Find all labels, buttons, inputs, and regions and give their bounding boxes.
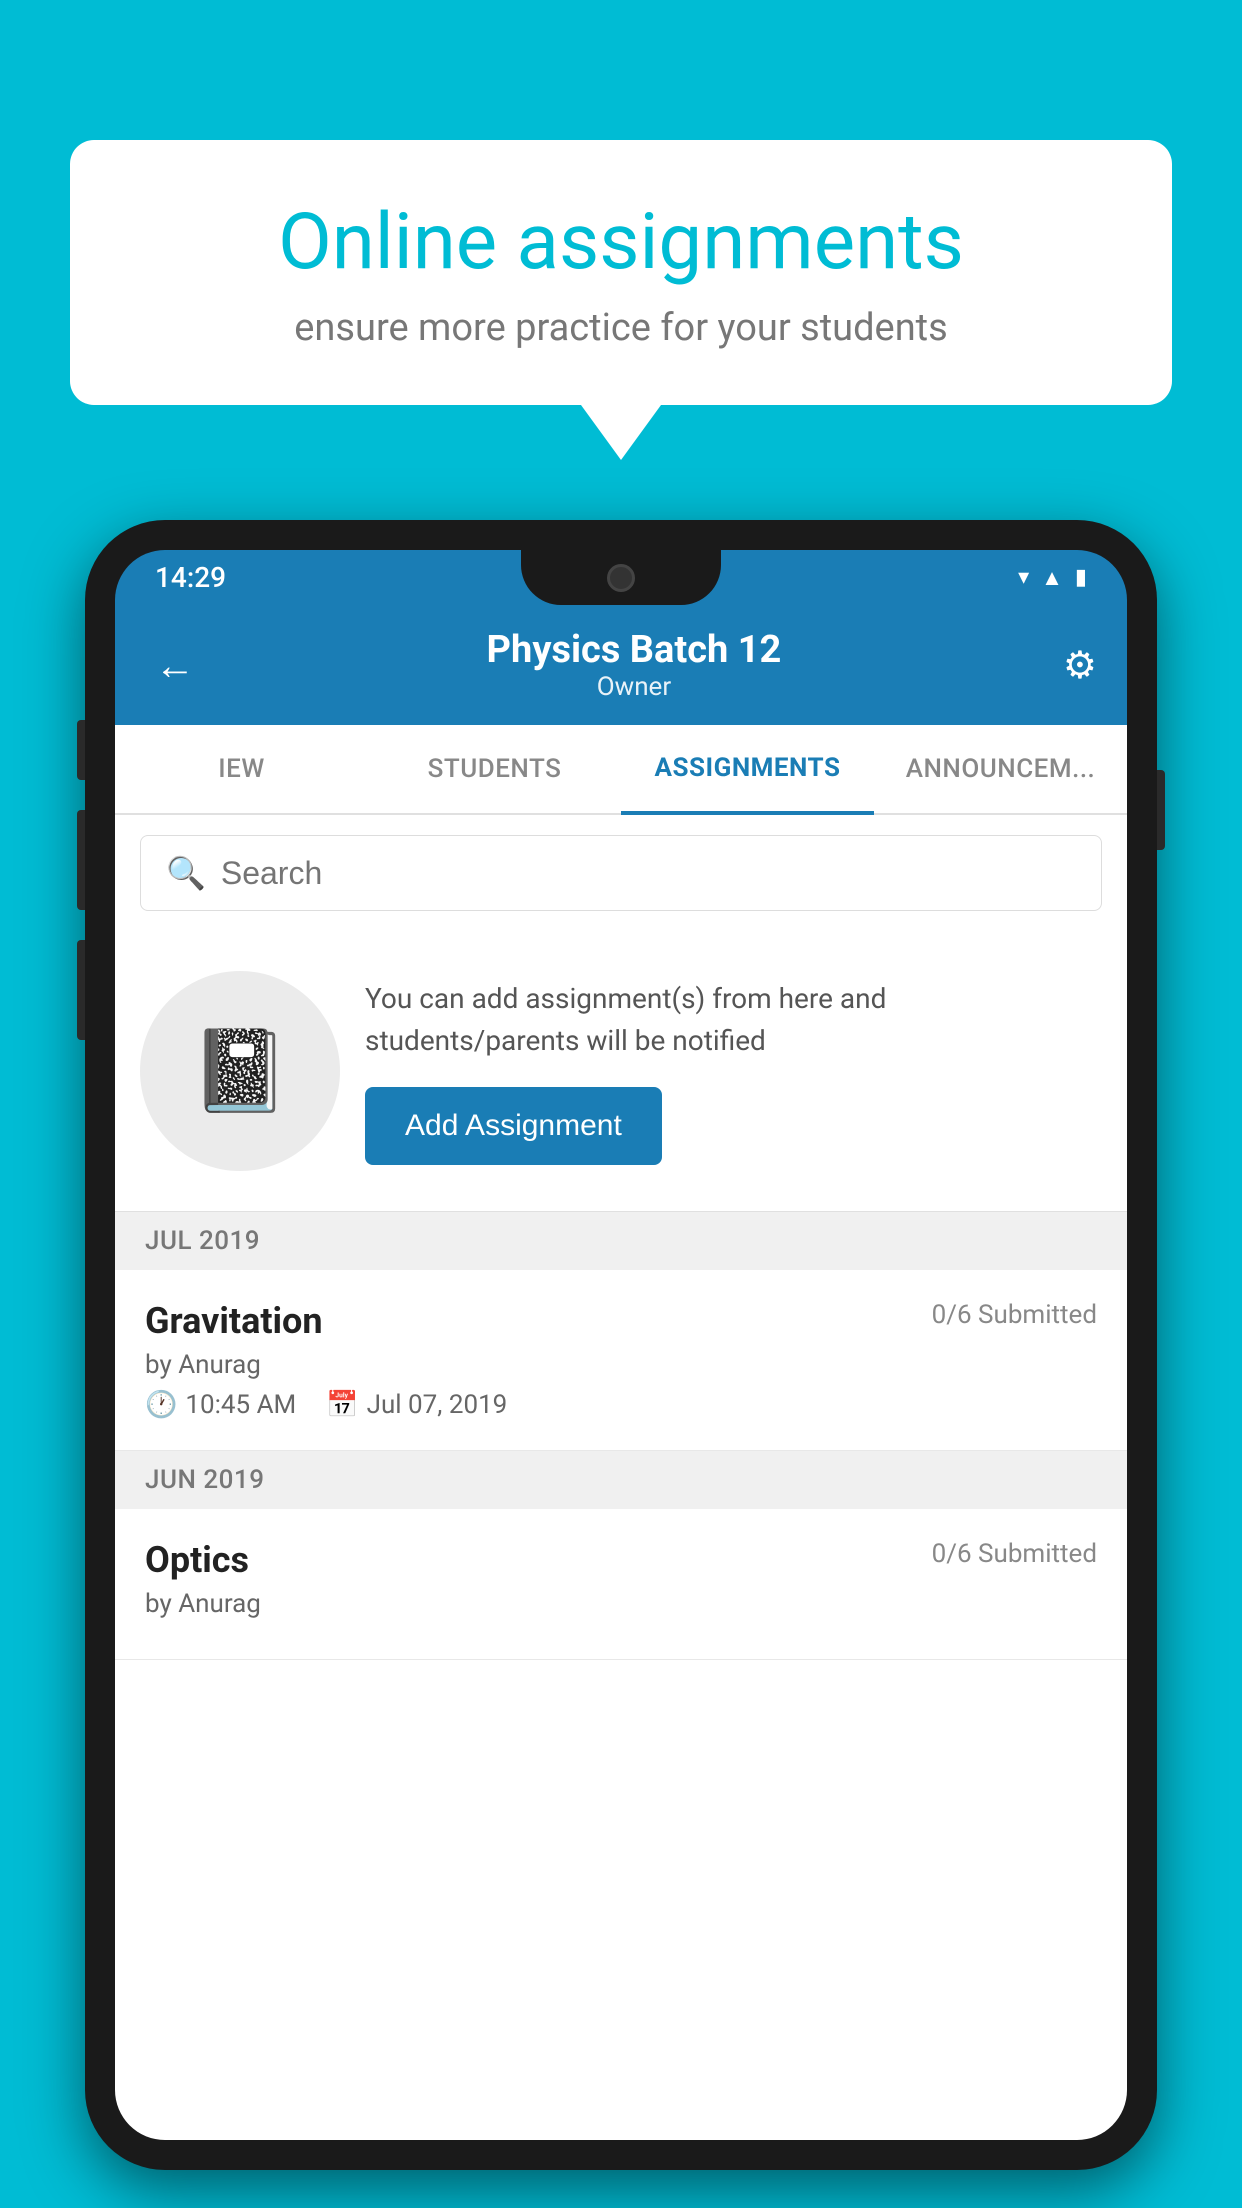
speech-bubble-title: Online assignments xyxy=(130,200,1112,286)
speech-bubble-container: Online assignments ensure more practice … xyxy=(70,140,1172,460)
tab-announcements[interactable]: ANNOUNCEM... xyxy=(874,725,1127,815)
status-time: 14:29 xyxy=(155,561,226,594)
settings-button[interactable]: ⚙ xyxy=(1063,643,1097,688)
month-separator-jun: JUN 2019 xyxy=(115,1451,1127,1509)
silent-button xyxy=(77,720,85,780)
assignment-date-gravitation: 📅 Jul 07, 2019 xyxy=(326,1390,507,1420)
assignment-author-gravitation: by Anurag xyxy=(145,1350,1097,1380)
signal-icon: ▲ xyxy=(1041,565,1063,591)
assignment-title-optics: Optics xyxy=(145,1539,249,1581)
info-section: 📓 You can add assignment(s) from here an… xyxy=(115,931,1127,1212)
assignment-submitted-gravitation: 0/6 Submitted xyxy=(932,1300,1097,1330)
search-input[interactable] xyxy=(221,855,1076,892)
phone-frame: 14:29 ▾ ▲ ▮ ← Physics Batch 12 Owner ⚙ I… xyxy=(85,520,1157,2170)
front-camera xyxy=(607,564,635,592)
assignment-header: Gravitation 0/6 Submitted xyxy=(145,1300,1097,1342)
wifi-icon: ▾ xyxy=(1018,565,1029,590)
speech-bubble: Online assignments ensure more practice … xyxy=(70,140,1172,405)
battery-icon: ▮ xyxy=(1075,565,1087,590)
phone-notch xyxy=(521,550,721,605)
info-description: You can add assignment(s) from here and … xyxy=(365,978,1102,1062)
app-bar: ← Physics Batch 12 Owner ⚙ xyxy=(115,605,1127,725)
assignment-time-value: 10:45 AM xyxy=(185,1390,296,1420)
app-bar-subtitle: Owner xyxy=(487,672,782,702)
notebook-icon: 📓 xyxy=(190,1024,290,1118)
assignment-item-optics[interactable]: Optics 0/6 Submitted by Anurag xyxy=(115,1509,1127,1660)
info-content: You can add assignment(s) from here and … xyxy=(365,978,1102,1165)
power-button xyxy=(1157,770,1165,850)
month-separator-jul: JUL 2019 xyxy=(115,1212,1127,1270)
assignment-title-gravitation: Gravitation xyxy=(145,1300,323,1342)
back-button[interactable]: ← xyxy=(145,632,205,699)
calendar-icon: 📅 xyxy=(326,1390,358,1420)
speech-bubble-arrow xyxy=(581,405,661,460)
search-input-wrapper: 🔍 xyxy=(140,835,1102,911)
add-assignment-button[interactable]: Add Assignment xyxy=(365,1087,662,1165)
tab-bar: IEW STUDENTS ASSIGNMENTS ANNOUNCEM... xyxy=(115,725,1127,815)
volume-up-button xyxy=(77,810,85,910)
app-bar-title: Physics Batch 12 xyxy=(487,628,782,672)
assignment-author-optics: by Anurag xyxy=(145,1589,1097,1619)
speech-bubble-subtitle: ensure more practice for your students xyxy=(130,306,1112,350)
assignment-item-gravitation[interactable]: Gravitation 0/6 Submitted by Anurag 🕐 10… xyxy=(115,1270,1127,1451)
search-icon: 🔍 xyxy=(166,854,206,892)
search-container: 🔍 xyxy=(115,815,1127,931)
assignment-time-gravitation: 🕐 10:45 AM xyxy=(145,1390,296,1420)
clock-icon: 🕐 xyxy=(145,1390,177,1420)
phone-container: 14:29 ▾ ▲ ▮ ← Physics Batch 12 Owner ⚙ I… xyxy=(85,520,1157,2208)
assignment-header-optics: Optics 0/6 Submitted xyxy=(145,1539,1097,1581)
app-bar-title-section: Physics Batch 12 Owner xyxy=(487,628,782,702)
tab-iew[interactable]: IEW xyxy=(115,725,368,815)
status-icons: ▾ ▲ ▮ xyxy=(1018,565,1087,591)
assignment-meta-gravitation: 🕐 10:45 AM 📅 Jul 07, 2019 xyxy=(145,1390,1097,1420)
scroll-content: 🔍 📓 You can add assignment(s) from here … xyxy=(115,815,1127,2085)
tab-students[interactable]: STUDENTS xyxy=(368,725,621,815)
volume-down-button xyxy=(77,940,85,1040)
assignment-date-value: Jul 07, 2019 xyxy=(367,1390,508,1420)
assignment-submitted-optics: 0/6 Submitted xyxy=(932,1539,1097,1569)
tab-assignments[interactable]: ASSIGNMENTS xyxy=(621,725,874,815)
app-screen: ← Physics Batch 12 Owner ⚙ IEW STUDENTS … xyxy=(115,605,1127,2140)
assignment-icon-circle: 📓 xyxy=(140,971,340,1171)
